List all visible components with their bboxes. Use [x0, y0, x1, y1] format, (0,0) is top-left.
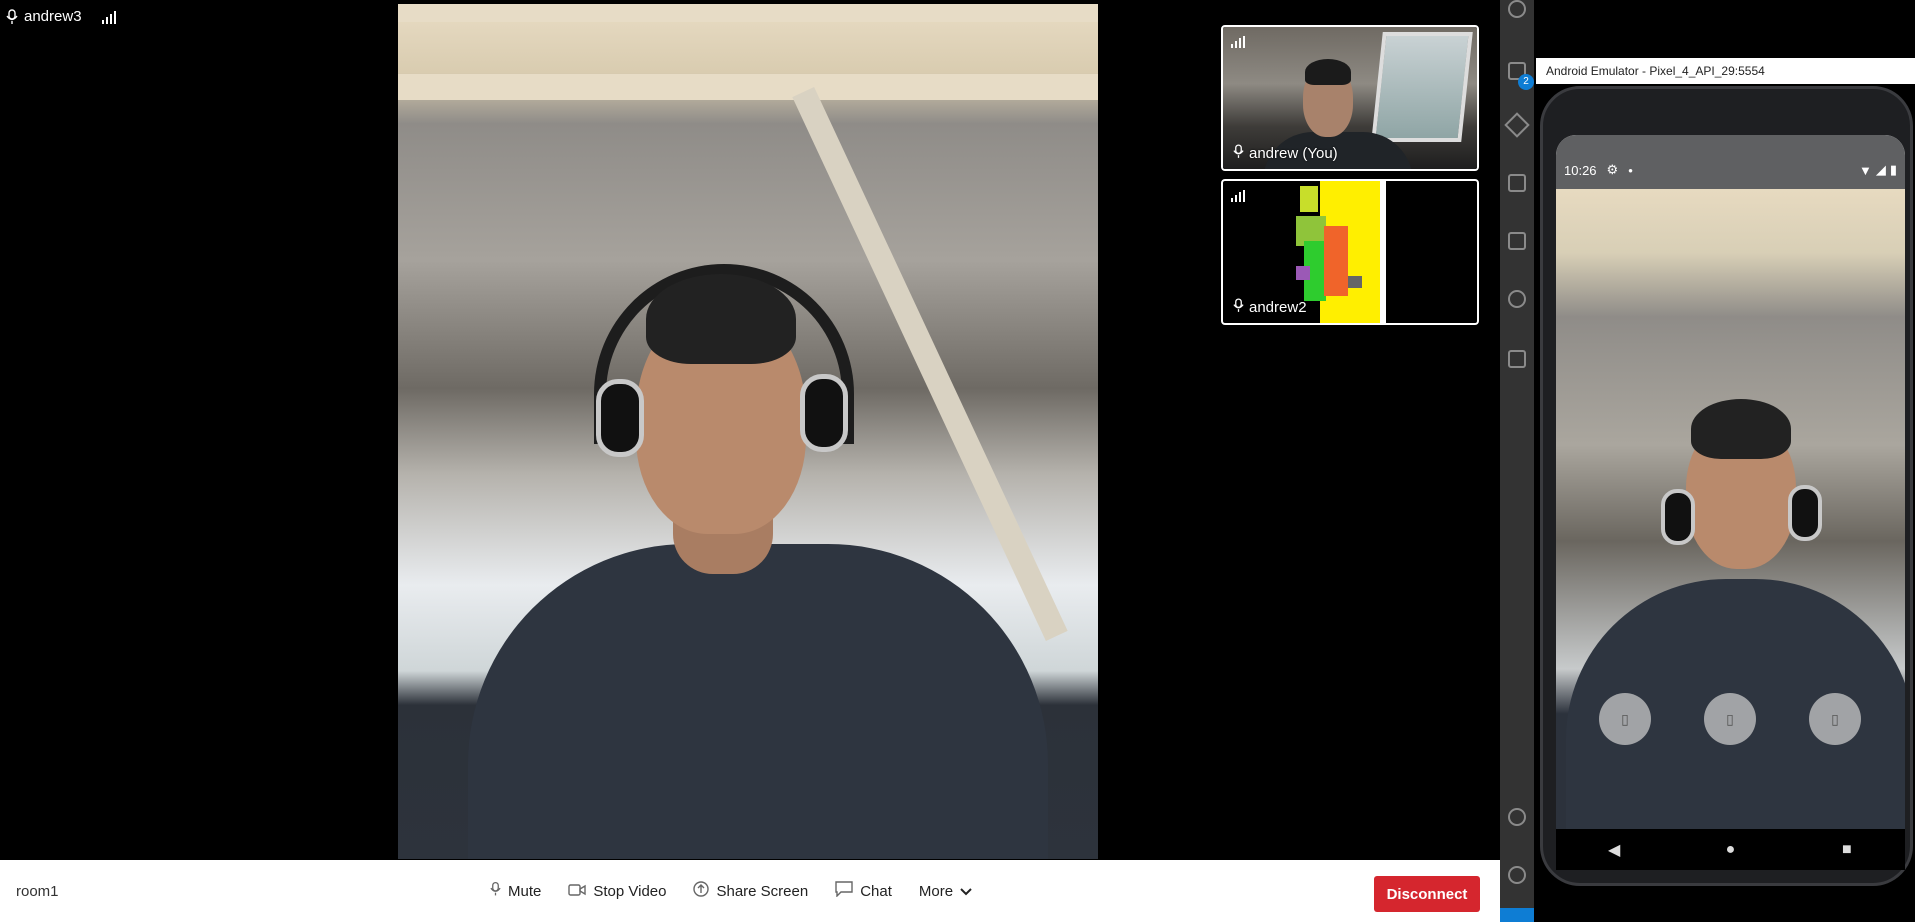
gear-icon[interactable] — [1508, 866, 1526, 884]
pixel-block — [1324, 226, 1348, 296]
microphone-icon — [1233, 298, 1244, 317]
video-scene-window — [1371, 32, 1473, 142]
android-emulator-window: Android Emulator - Pixel_4_API_29:5554 1… — [1534, 0, 1915, 922]
microphone-icon — [490, 881, 501, 901]
pixel-block — [1300, 186, 1318, 212]
emulator-title: Android Emulator - Pixel_4_API_29:5554 — [1536, 58, 1915, 84]
microphone-icon — [1233, 144, 1244, 163]
chat-button[interactable]: Chat — [835, 881, 892, 901]
stop-video-button[interactable]: Stop Video — [568, 883, 666, 900]
share-screen-button[interactable]: Share Screen — [693, 881, 808, 901]
video-scene-beam — [398, 4, 1098, 22]
main-participant-name: andrew3 — [24, 8, 82, 25]
person-hair — [1305, 59, 1351, 85]
chat-bubble-icon — [835, 881, 853, 901]
home-icon[interactable]: ● — [1710, 835, 1750, 865]
participant-tile-remote[interactable]: andrew2 — [1221, 179, 1479, 325]
person-torso — [468, 544, 1048, 859]
room-name: room1 — [16, 882, 59, 900]
battery-icon: ▮ — [1889, 162, 1897, 177]
pixel-block — [1348, 276, 1362, 288]
back-icon[interactable]: ◀ — [1594, 835, 1634, 865]
person-hair — [1691, 399, 1791, 459]
tile-participant-name: andrew (You) — [1249, 145, 1338, 162]
remote-video-feed — [1296, 181, 1403, 323]
headset-earcup-left — [596, 379, 644, 457]
more-label: More — [918, 882, 954, 900]
chat-label: Chat — [860, 882, 892, 900]
main-video-feed — [398, 4, 1098, 859]
share-screen-icon — [693, 881, 710, 901]
chevron-down-icon — [960, 883, 972, 900]
participant-tiles: andrew (You) andrew2 — [1221, 25, 1479, 333]
video-call-app: andrew3 andrew (You) andrew2 room1 Mute … — [0, 0, 1500, 922]
settings-gear-icon: ⚙ — [1606, 162, 1619, 177]
call-toolbar: room1 Mute Stop Video Share Screen Chat … — [0, 860, 1500, 922]
notification-dot-icon: • — [1628, 162, 1633, 178]
extensions-icon[interactable] — [1508, 174, 1526, 192]
phone-call-button-2[interactable]: ▯ — [1704, 693, 1756, 745]
video-scene-beam — [398, 74, 1098, 100]
status-time: 10:26 — [1564, 162, 1597, 178]
docker-icon[interactable] — [1508, 350, 1526, 368]
share-screen-label: Share Screen — [716, 882, 809, 900]
pixel-block — [1386, 181, 1403, 323]
wifi-icon: ▼ — [1858, 162, 1872, 178]
headset-earcup-left — [1661, 489, 1695, 545]
main-participant-label: andrew3 — [6, 8, 118, 25]
network-signal-icon — [101, 10, 118, 24]
network-signal-icon — [1231, 189, 1245, 207]
stop-video-label: Stop Video — [593, 882, 667, 900]
headset-earcup-right — [800, 374, 848, 452]
headset-earcup-right — [1788, 485, 1822, 541]
source-control-badge: 2 — [1518, 74, 1534, 90]
person-hair — [646, 274, 796, 364]
phone-screen: 10:26 ⚙ • ▼ ◢ ▮ ▯ ▯ ▯ ◀ ● ■ — [1556, 135, 1905, 870]
call-controls: Mute Stop Video Share Screen Chat More — [490, 881, 972, 901]
participant-tile-local[interactable]: andrew (You) — [1221, 25, 1479, 171]
mute-label: Mute — [508, 882, 542, 900]
ide-status-bar — [1500, 908, 1534, 922]
history-icon[interactable] — [1508, 0, 1526, 18]
phone-call-button-3[interactable]: ▯ — [1809, 693, 1861, 745]
disconnect-button[interactable]: Disconnect — [1374, 876, 1480, 912]
remote-explorer-icon[interactable] — [1508, 232, 1526, 250]
tile-participant-name: andrew2 — [1249, 299, 1307, 316]
recents-icon[interactable]: ■ — [1827, 835, 1867, 865]
network-signal-icon — [1231, 35, 1245, 53]
more-button[interactable]: More — [919, 883, 972, 900]
mute-button[interactable]: Mute — [490, 881, 541, 901]
microphone-icon — [6, 8, 18, 25]
android-status-bar: 10:26 ⚙ • ▼ ◢ ▮ — [1556, 135, 1905, 189]
phone-call-button-1[interactable]: ▯ — [1599, 693, 1651, 745]
account-icon[interactable] — [1508, 808, 1526, 826]
android-nav-bar: ◀ ● ■ — [1556, 829, 1905, 870]
run-debug-icon[interactable] — [1504, 112, 1530, 138]
pixel-block — [1296, 266, 1310, 280]
phone-frame: 10:26 ⚙ • ▼ ◢ ▮ ▯ ▯ ▯ ◀ ● ■ — [1540, 86, 1913, 886]
tile-participant-label: andrew2 — [1233, 298, 1307, 317]
tile-participant-label: andrew (You) — [1233, 144, 1338, 163]
video-camera-icon — [568, 883, 587, 900]
ide-activity-bar: 2 — [1500, 0, 1534, 922]
flutter-icon[interactable] — [1508, 290, 1526, 308]
cell-signal-icon: ◢ — [1875, 162, 1886, 177]
